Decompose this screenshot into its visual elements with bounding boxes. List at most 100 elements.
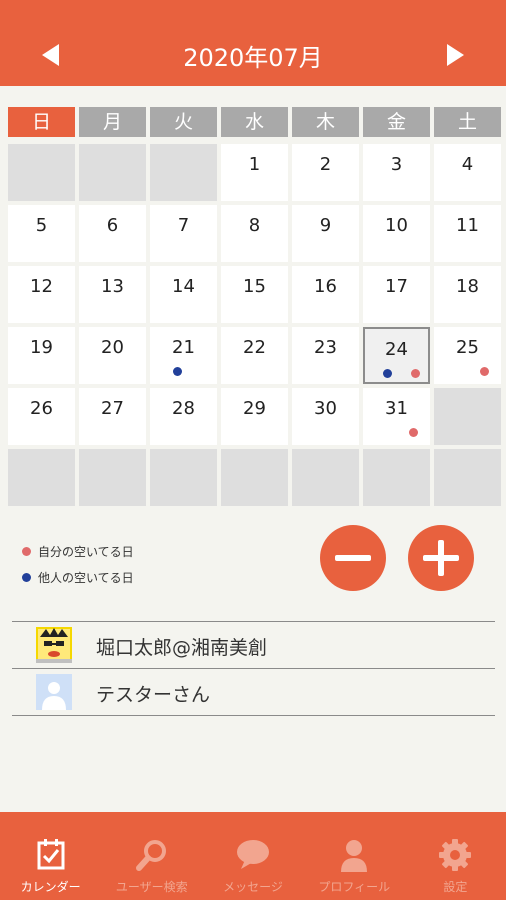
month-title: 2020年07月 [183, 44, 323, 72]
calendar-day[interactable]: 15 [221, 266, 288, 323]
user-name: テスターさん [96, 684, 211, 706]
legend-other-label: 他人の空いてる日 [38, 570, 134, 585]
calendar-day[interactable]: 7 [150, 205, 217, 262]
minus-icon [335, 555, 371, 561]
day-number: 11 [456, 215, 479, 236]
calendar-day[interactable]: 11 [434, 205, 501, 262]
calendar-day[interactable]: 13 [79, 266, 146, 323]
tab-messages[interactable]: メッセージ [202, 812, 303, 900]
day-number: 28 [172, 398, 195, 419]
user-list: 堀口太郎@湘南美創 テスターさん [12, 621, 495, 716]
calendar-day[interactable]: 2 [292, 144, 359, 201]
search-icon [135, 840, 166, 871]
day-number: 22 [243, 337, 266, 358]
add-availability-button[interactable] [408, 525, 474, 591]
weekday-thu: 木 [292, 107, 359, 137]
calendar-day[interactable]: 4 [434, 144, 501, 201]
calendar-day[interactable]: 30 [292, 388, 359, 445]
calendar-day[interactable]: 9 [292, 205, 359, 262]
day-number: 15 [243, 276, 266, 297]
tab-profile-label: プロフィール [318, 880, 391, 894]
calendar-day[interactable]: 16 [292, 266, 359, 323]
user-name: 堀口太郎@湘南美創 [96, 637, 268, 659]
day-number: 4 [461, 154, 474, 175]
day-number: 23 [314, 337, 337, 358]
calendar-day[interactable]: 18 [434, 266, 501, 323]
calendar-day[interactable]: 3 [363, 144, 430, 201]
day-number: 7 [177, 215, 190, 236]
day-number: 24 [385, 339, 408, 360]
calendar-grid: 1 2 3 4 5 6 7 8 9 10 11 12 13 14 15 16 17 18 19 20 21 22 23 24 2… [8, 144, 501, 506]
calendar-day[interactable]: 27 [79, 388, 146, 445]
app-header: 2020年07月 [0, 0, 506, 86]
day-number: 17 [385, 276, 408, 297]
calendar-day[interactable]: 25 [434, 327, 501, 384]
remove-availability-button[interactable] [320, 525, 386, 591]
calendar-day[interactable]: 12 [8, 266, 75, 323]
day-number: 20 [101, 337, 124, 358]
tab-settings-label: 設定 [443, 880, 468, 894]
tab-calendar[interactable]: カレンダー [0, 812, 101, 900]
day-number: 27 [101, 398, 124, 419]
calendar-day[interactable]: 14 [150, 266, 217, 323]
calendar-empty-cell [8, 449, 75, 506]
day-number: 31 [385, 398, 408, 419]
calendar-empty-cell [150, 449, 217, 506]
user-row[interactable]: 堀口太郎@湘南美創 [12, 622, 495, 669]
calendar-day[interactable]: 21 [150, 327, 217, 384]
other-availability-dot [173, 367, 182, 376]
day-number: 18 [456, 276, 479, 297]
avatar [36, 674, 72, 710]
day-number: 30 [314, 398, 337, 419]
calendar-day[interactable]: 22 [221, 327, 288, 384]
avatar [36, 627, 72, 663]
calendar-day[interactable]: 17 [363, 266, 430, 323]
day-number: 6 [106, 215, 119, 236]
weekday-mon: 月 [79, 107, 146, 137]
calendar-day[interactable]: 10 [363, 205, 430, 262]
legend-other: 他人の空いてる日 [22, 564, 134, 590]
day-number: 26 [30, 398, 53, 419]
weekday-sun: 日 [8, 107, 75, 137]
calendar-day[interactable]: 26 [8, 388, 75, 445]
day-number: 8 [248, 215, 261, 236]
calendar-day[interactable]: 28 [150, 388, 217, 445]
calendar-day[interactable]: 5 [8, 205, 75, 262]
weekday-tue: 火 [150, 107, 217, 137]
tab-profile[interactable]: プロフィール [304, 812, 405, 900]
calendar-day[interactable]: 1 [221, 144, 288, 201]
calendar-day[interactable]: 19 [8, 327, 75, 384]
tab-settings[interactable]: 設定 [405, 812, 506, 900]
tab-bar: カレンダー ユーザー検索 メッセージ プロフィール 設定 [0, 812, 506, 900]
calendar-empty-cell [150, 144, 217, 201]
user-row[interactable]: テスターさん [12, 669, 495, 716]
weekday-sat: 土 [434, 107, 501, 137]
calendar-day-selected[interactable]: 24 [363, 327, 430, 384]
calendar-empty-cell [363, 449, 430, 506]
calendar-day[interactable]: 6 [79, 205, 146, 262]
plus-icon [438, 540, 444, 576]
calendar-day[interactable]: 23 [292, 327, 359, 384]
legend: 自分の空いてる日 他人の空いてる日 [22, 538, 134, 590]
self-availability-dot [411, 369, 420, 378]
day-number: 13 [101, 276, 124, 297]
other-availability-dot [383, 369, 392, 378]
calendar-day[interactable]: 31 [363, 388, 430, 445]
day-number: 19 [30, 337, 53, 358]
calendar-empty-cell [434, 388, 501, 445]
calendar-day[interactable]: 20 [79, 327, 146, 384]
day-number: 5 [35, 215, 48, 236]
day-number: 14 [172, 276, 195, 297]
calendar-empty-cell [79, 449, 146, 506]
next-month-button[interactable] [447, 44, 464, 66]
calendar-day[interactable]: 29 [221, 388, 288, 445]
tab-user-search[interactable]: ユーザー検索 [101, 812, 202, 900]
day-number: 1 [248, 154, 261, 175]
calendar-day[interactable]: 8 [221, 205, 288, 262]
other-dot-icon [22, 572, 31, 582]
weekday-header: 日 月 火 水 木 金 土 [8, 107, 501, 137]
day-number: 9 [319, 215, 332, 236]
day-number: 16 [314, 276, 337, 297]
calendar-empty-cell [221, 449, 288, 506]
day-number: 29 [243, 398, 266, 419]
